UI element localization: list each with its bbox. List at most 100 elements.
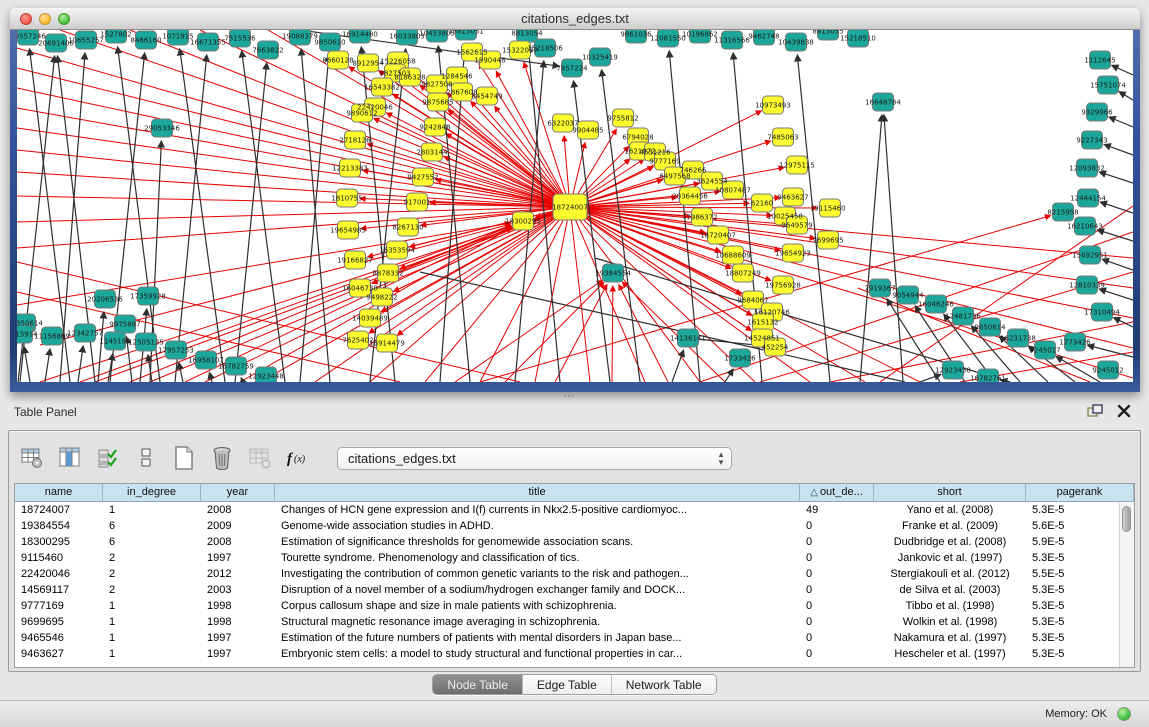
table-panel-title: Table Panel — [14, 405, 77, 419]
table-selector-value: citations_edges.txt — [348, 451, 456, 466]
svg-text:16210643: 16210643 — [1067, 223, 1103, 231]
svg-text:8813055: 8813055 — [812, 30, 843, 36]
svg-text:19654985: 19654985 — [330, 227, 366, 235]
combo-stepper-icon: ▲▼ — [717, 451, 725, 467]
table-row[interactable]: 946362711997Embryonic stem cells: a mode… — [15, 646, 1134, 662]
node-table[interactable]: namein_degreeyeartitle△out_de...shortpag… — [14, 483, 1135, 668]
table-body[interactable]: 1872400712008Changes of HCN gene express… — [15, 502, 1134, 662]
svg-text:9463627: 9463627 — [777, 194, 808, 202]
table-cell-in_degree: 1 — [103, 502, 201, 518]
svg-text:7919367: 7919367 — [864, 285, 895, 293]
svg-text:11156869: 11156869 — [34, 333, 70, 341]
table-cell-short: Nakamura et al. (1997) — [874, 630, 1026, 646]
memory-status-icon[interactable] — [1117, 707, 1131, 721]
table-cell-title: Genome-wide association studies in ADHD. — [275, 518, 800, 534]
column-header-in_degree[interactable]: in_degree — [103, 484, 201, 501]
table-cell-pagerank: 5.3E-5 — [1026, 614, 1134, 630]
table-header-row[interactable]: namein_degreeyeartitle△out_de...shortpag… — [15, 484, 1134, 502]
function-builder-icon[interactable]: f(x) — [285, 445, 311, 471]
svg-text:10688609: 10688609 — [715, 252, 751, 260]
svg-text:8215958: 8215958 — [1047, 209, 1078, 217]
svg-text:(x): (x) — [294, 454, 306, 465]
table-cell-in_degree: 1 — [103, 630, 201, 646]
column-header-short[interactable]: short — [874, 484, 1026, 501]
table-cell-year: 1997 — [201, 646, 275, 662]
delete-table-icon[interactable] — [247, 445, 273, 471]
svg-text:9245017: 9245017 — [1029, 347, 1060, 355]
svg-text:10655257: 10655257 — [68, 37, 104, 45]
new-column-icon[interactable] — [171, 445, 197, 471]
svg-text:2803144: 2803144 — [416, 149, 448, 157]
table-cell-name: 18724007 — [15, 502, 103, 518]
svg-text:12213383: 12213383 — [332, 165, 368, 173]
table-row[interactable]: 911546021997Tourette syndrome. Phenomeno… — [15, 550, 1134, 566]
table-row[interactable]: 1872400712008Changes of HCN gene express… — [15, 502, 1134, 518]
network-canvas[interactable]: 2055724620691406106552571527802846616010… — [17, 30, 1133, 382]
network-window-titlebar[interactable]: citations_edges.txt — [10, 8, 1140, 30]
table-cell-year: 2008 — [201, 502, 275, 518]
svg-text:3624554: 3624554 — [696, 178, 728, 186]
table-cell-name: 22420046 — [15, 566, 103, 582]
table-row[interactable]: 969969511998Structural magnetic resonanc… — [15, 614, 1134, 630]
table-cell-out_de: 0 — [800, 630, 874, 646]
network-window: citations_edges.txt 20557246206914061065… — [10, 8, 1140, 392]
column-header-out_de[interactable]: △out_de... — [800, 484, 874, 501]
svg-text:10439838: 10439838 — [778, 39, 814, 47]
svg-text:1810755: 1810755 — [331, 195, 362, 203]
table-row[interactable]: 1456911722003Disruption of a novel membe… — [15, 582, 1134, 598]
table-row[interactable]: 2242004622012Investigating the contribut… — [15, 566, 1134, 582]
tab-network-table[interactable]: Network Table — [612, 675, 716, 694]
svg-text:16353594: 16353594 — [379, 247, 415, 255]
table-row[interactable]: 1938455462009Genome-wide association stu… — [15, 518, 1134, 534]
table-cell-short: Franke et al. (2009) — [874, 518, 1026, 534]
column-header-name[interactable]: name — [15, 484, 103, 501]
network-canvas-svg: 2055724620691406106552571527802846616010… — [17, 30, 1133, 382]
table-cell-pagerank: 5.3E-5 — [1026, 502, 1134, 518]
float-panel-icon[interactable] — [1087, 404, 1103, 418]
svg-text:16120746: 16120746 — [754, 309, 790, 317]
table-row[interactable]: 977716911998Corpus callosum shape and si… — [15, 598, 1134, 614]
table-cell-year: 1997 — [201, 550, 275, 566]
svg-text:6794028: 6794028 — [622, 134, 653, 142]
svg-text:14350614: 14350614 — [17, 320, 43, 328]
svg-text:7986372: 7986372 — [686, 214, 717, 222]
table-cell-title: Structural magnetic resonance image aver… — [275, 614, 800, 630]
svg-text:18807249: 18807249 — [725, 270, 761, 278]
close-panel-icon[interactable] — [1117, 404, 1131, 418]
svg-text:10325419: 10325419 — [582, 54, 618, 62]
tab-edge-table[interactable]: Edge Table — [523, 675, 612, 694]
tab-node-table[interactable]: Node Table — [433, 675, 523, 694]
table-cell-title: Disruption of a novel member of a sodium… — [275, 582, 800, 598]
table-cell-pagerank: 5.3E-5 — [1026, 550, 1134, 566]
table-cell-title: Investigating the contribution of common… — [275, 566, 800, 582]
table-selector[interactable]: citations_edges.txt ▲▼ — [337, 447, 732, 470]
show-columns-icon[interactable] — [57, 445, 83, 471]
vertical-scrollbar[interactable] — [1119, 503, 1134, 667]
svg-text:15692951: 15692951 — [1072, 252, 1108, 260]
table-row[interactable]: 1830029562008Estimation of significance … — [15, 534, 1134, 550]
svg-text:12481736: 12481736 — [945, 313, 981, 321]
table-cell-name: 9465546 — [15, 630, 103, 646]
scrollbar-thumb[interactable] — [1122, 506, 1131, 532]
svg-text:1733426: 1733426 — [724, 355, 756, 363]
svg-text:9755812: 9755812 — [607, 115, 638, 123]
row-chooser-icon[interactable] — [133, 445, 159, 471]
select-columns-icon[interactable] — [95, 445, 121, 471]
table-cell-pagerank: 5.3E-5 — [1026, 582, 1134, 598]
table-cell-out_de: 0 — [800, 518, 874, 534]
table-cell-year: 2008 — [201, 534, 275, 550]
table-cell-year: 2012 — [201, 566, 275, 582]
svg-text:1284546: 1284546 — [441, 73, 473, 81]
table-cell-name: 18300295 — [15, 534, 103, 550]
delete-column-icon[interactable] — [209, 445, 235, 471]
table-cell-out_de: 0 — [800, 598, 874, 614]
svg-text:14136141: 14136141 — [670, 335, 706, 343]
column-header-title[interactable]: title — [275, 484, 800, 501]
column-header-pagerank[interactable]: pagerank — [1026, 484, 1134, 501]
table-cell-out_de: 0 — [800, 550, 874, 566]
table-cell-out_de: 49 — [800, 502, 874, 518]
svg-text:9462748: 9462748 — [748, 33, 779, 41]
table-mode-icon[interactable] — [19, 445, 45, 471]
table-row[interactable]: 946554611997Estimation of the future num… — [15, 630, 1134, 646]
column-header-year[interactable]: year — [201, 484, 275, 501]
